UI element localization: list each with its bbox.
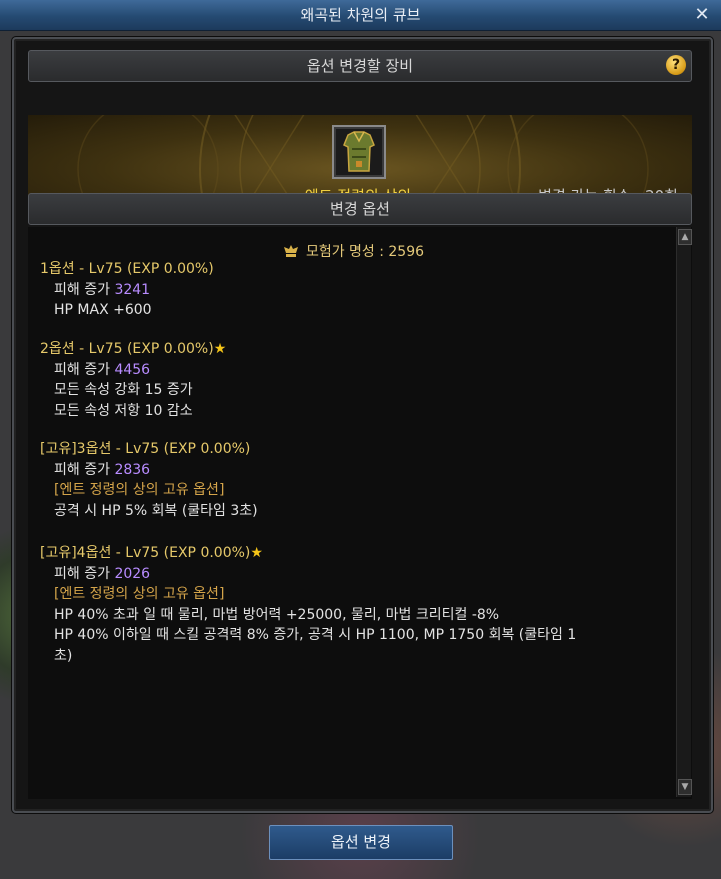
- option-effect-line: 공격 시 HP 5% 회복 (쿨타임 3초): [54, 502, 258, 519]
- scroll-up-icon[interactable]: ▲: [678, 229, 692, 245]
- window-frame: 옵션 변경할 장비 ? 엔트 정령의 상의 변경 가능: [12, 37, 713, 813]
- option-damage-line: 피해 증가 3241: [40, 280, 214, 301]
- option-title: 1옵션 - Lv75 (EXP 0.00%): [40, 259, 214, 280]
- option-title-text: 1옵션 - Lv75 (EXP 0.00%): [40, 261, 214, 277]
- armor-icon: [343, 131, 375, 172]
- option-effect-line: 초): [54, 647, 73, 664]
- option-effect-line: HP 40% 이하일 때 스킬 공격력 8% 증가, 공격 시 HP 1100,…: [54, 627, 577, 643]
- equipment-section-title: 옵션 변경할 장비: [306, 57, 414, 75]
- option-title: [고유]3옵션 - Lv75 (EXP 0.00%): [40, 439, 258, 460]
- damage-label: 피해 증가: [54, 565, 110, 582]
- option-effect-line: HP 40% 초과 일 때 물리, 마법 방어력 +25000, 물리, 마법 …: [54, 606, 500, 623]
- options-section-header: 변경 옵션: [28, 193, 692, 225]
- fame-icon: [283, 245, 298, 257]
- option-damage-line: 피해 증가 2026: [40, 564, 576, 585]
- cube-window: 왜곡된 차원의 큐브 ✕ 옵션 변경할 장비 ? 변경 옵션 모험가 명성: …: [0, 0, 721, 879]
- option-block-2: 2옵션 - Lv75 (EXP 0.00%)★ 피해 증가 4456 모든 속성…: [40, 339, 226, 421]
- option-block-4: [고유]4옵션 - Lv75 (EXP 0.00%)★ 피해 증가 2026 […: [40, 543, 576, 666]
- star-icon: ★: [250, 545, 263, 561]
- option-unique-label: [엔트 정령의 상의 고유 옵션]: [54, 482, 225, 498]
- option-effect-line: 모든 속성 강화 15 증가: [54, 382, 193, 398]
- option-block-1: 1옵션 - Lv75 (EXP 0.00%) 피해 증가 3241 HP MAX…: [40, 259, 214, 321]
- damage-label: 피해 증가: [54, 461, 110, 478]
- option-effect-line: 모든 속성 저항 10 감소: [54, 402, 193, 419]
- option-title-text: 2옵션 - Lv75 (EXP 0.00%): [40, 341, 214, 357]
- damage-label: 피해 증가: [54, 281, 110, 298]
- damage-value: 3241: [114, 281, 151, 298]
- damage-value: 2026: [114, 565, 151, 582]
- option-title: 2옵션 - Lv75 (EXP 0.00%)★: [40, 339, 226, 360]
- window-title: 왜곡된 차원의 큐브: [300, 6, 421, 24]
- damage-value: 4456: [114, 361, 151, 378]
- star-icon: ★: [213, 341, 227, 357]
- window-titlebar: 왜곡된 차원의 큐브 ✕: [0, 0, 721, 31]
- options-section-title: 변경 옵션: [330, 200, 390, 218]
- option-title-text: [고유]4옵션 - Lv75 (EXP 0.00%): [40, 545, 251, 561]
- option-title: [고유]4옵션 - Lv75 (EXP 0.00%)★: [40, 543, 576, 564]
- option-block-3: [고유]3옵션 - Lv75 (EXP 0.00%) 피해 증가 2836 [엔…: [40, 439, 258, 521]
- equipment-section-header: 옵션 변경할 장비 ?: [28, 50, 692, 82]
- fame-display: 모험가 명성 : 2596: [28, 241, 678, 261]
- change-option-button[interactable]: 옵션 변경: [269, 825, 453, 860]
- fame-text: 모험가 명성 : 2596: [305, 244, 425, 260]
- options-list: 모험가 명성 : 2596 1옵션 - Lv75 (EXP 0.00%) 피해 …: [28, 227, 692, 799]
- option-title-text: [고유]3옵션 - Lv75 (EXP 0.00%): [40, 441, 251, 457]
- options-scrollbar[interactable]: ▲ ▼: [676, 227, 692, 797]
- option-damage-line: 피해 증가 4456: [40, 360, 226, 381]
- item-slot[interactable]: [332, 125, 386, 179]
- option-effect-line: HP MAX +600: [54, 302, 152, 318]
- scroll-down-icon[interactable]: ▼: [678, 779, 692, 795]
- damage-label: 피해 증가: [54, 361, 110, 378]
- damage-value: 2836: [114, 461, 151, 478]
- help-icon[interactable]: ?: [666, 55, 686, 75]
- option-unique-label: [엔트 정령의 상의 고유 옵션]: [54, 586, 225, 602]
- option-damage-line: 피해 증가 2836: [40, 460, 258, 481]
- close-icon[interactable]: ✕: [693, 6, 711, 24]
